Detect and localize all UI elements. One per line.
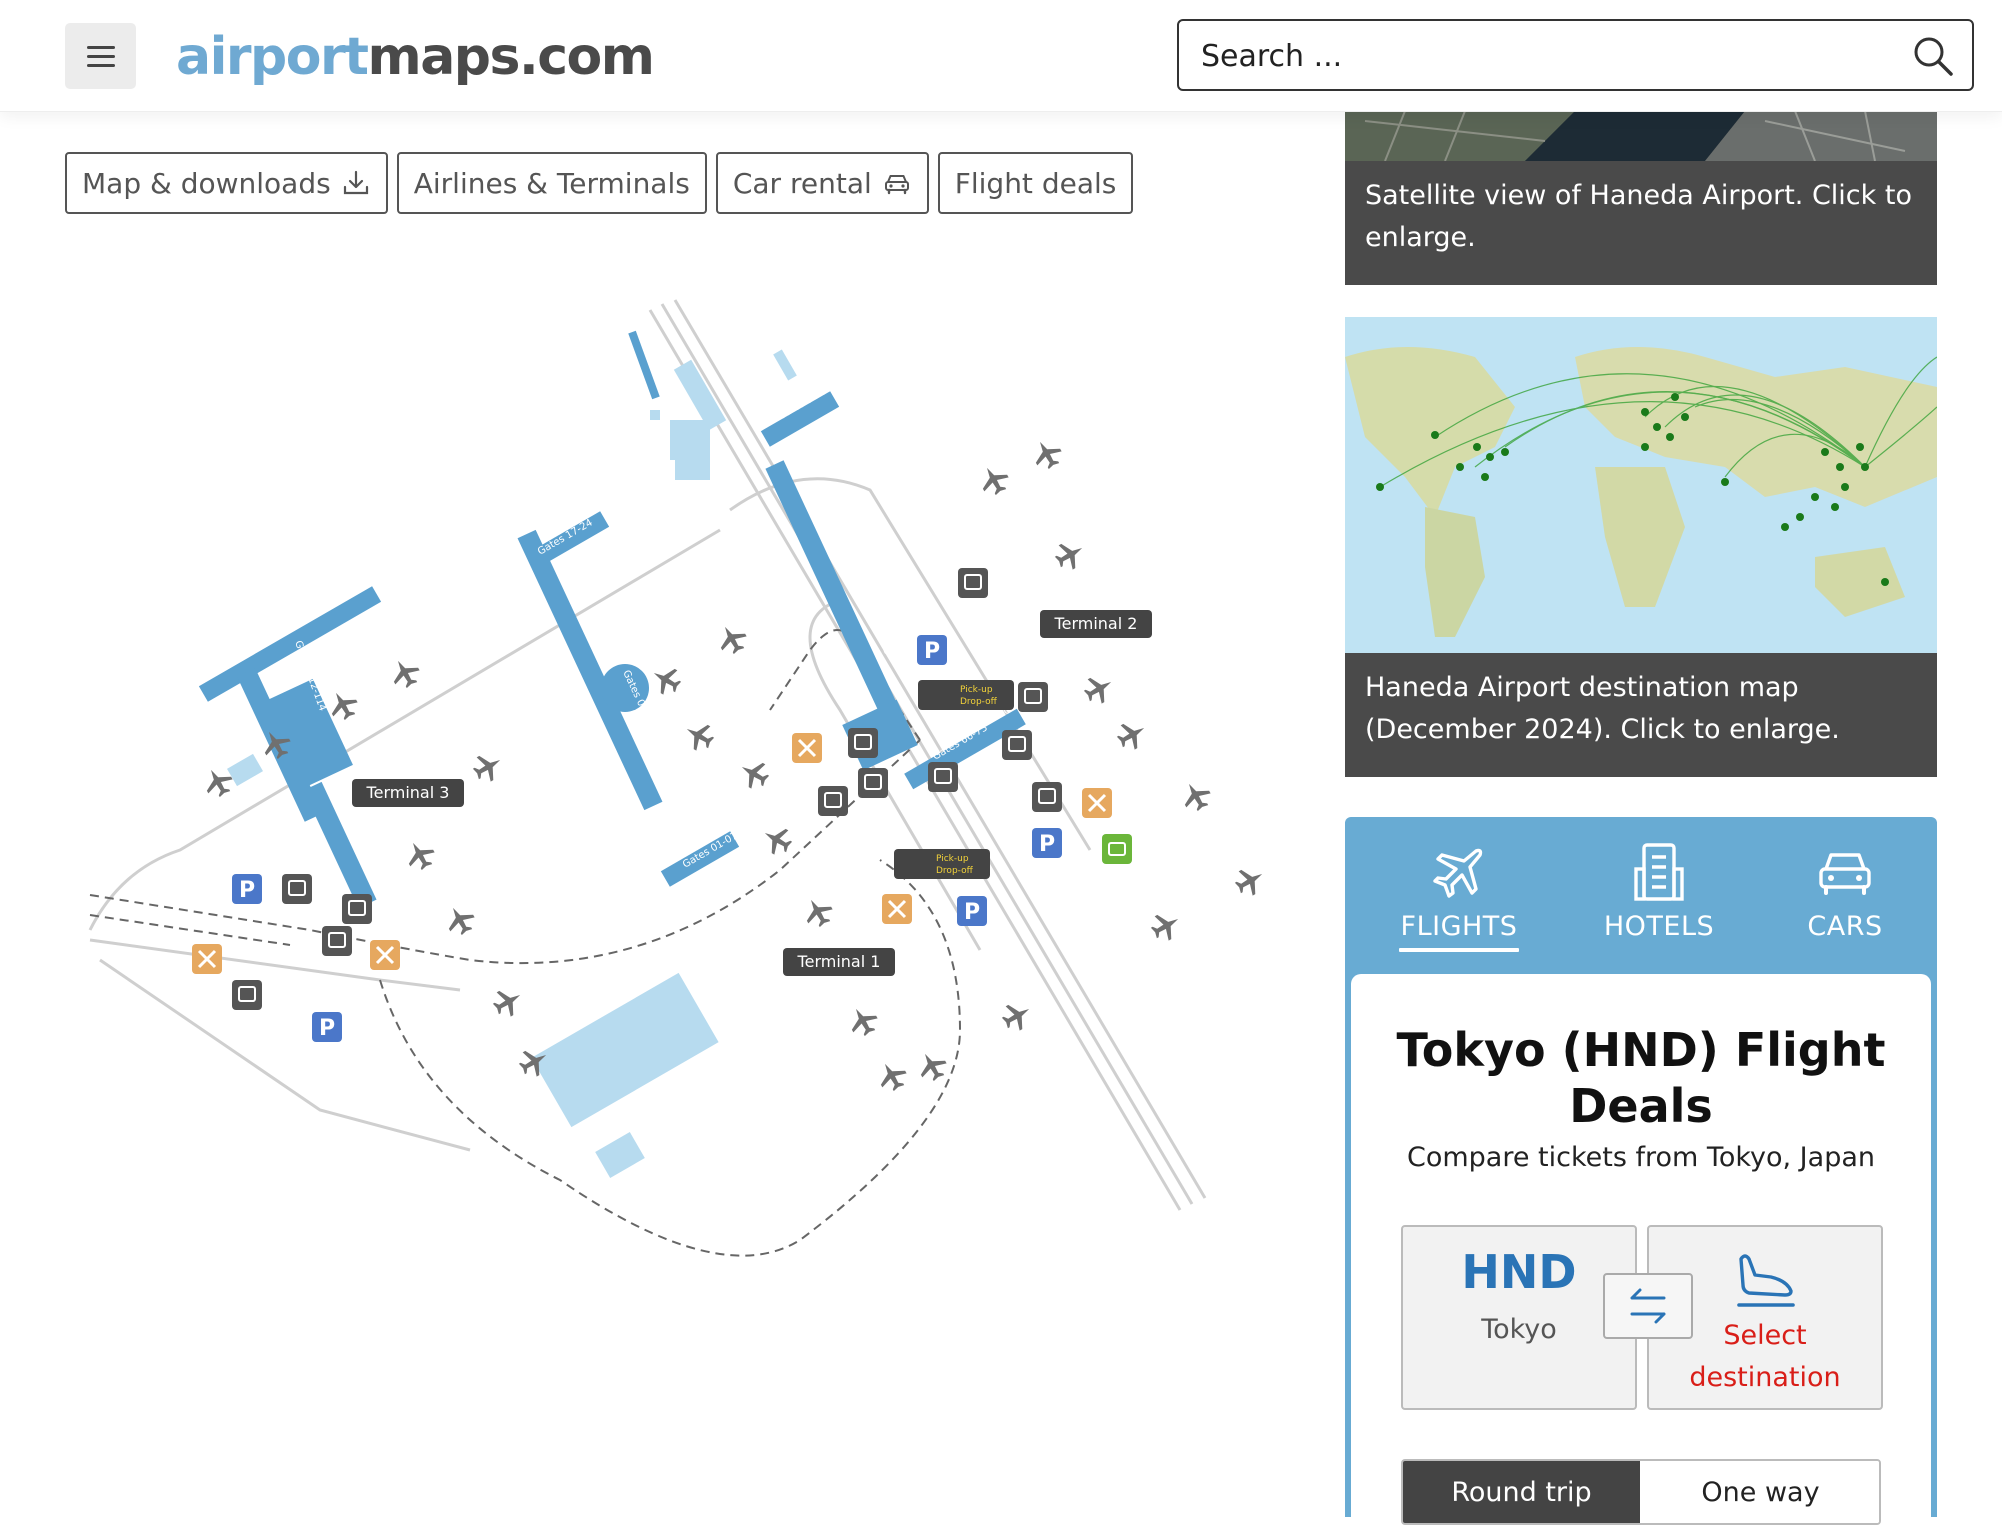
svg-text:Pick-up: Pick-up xyxy=(960,685,993,695)
active-tab-underline xyxy=(1399,948,1519,952)
car-icon xyxy=(884,175,909,195)
terminal-1-label: Terminal 1 xyxy=(783,948,895,976)
destination-caption-text: Haneda Airport destination map (December… xyxy=(1365,672,1840,745)
site-logo[interactable]: airportmaps.com xyxy=(176,24,655,90)
round-trip-option[interactable]: Round trip xyxy=(1403,1461,1640,1523)
svg-text:Terminal 3: Terminal 3 xyxy=(366,783,450,802)
tab-hotels[interactable]: HOTELS xyxy=(1599,839,1719,942)
swap-airports-button[interactable] xyxy=(1603,1273,1693,1339)
tab-flights[interactable]: FLIGHTS xyxy=(1399,839,1519,952)
tab-flight-deals[interactable]: Flight deals xyxy=(937,152,1134,214)
search-box[interactable] xyxy=(1177,19,1974,91)
hamburger-menu-button[interactable] xyxy=(65,23,136,89)
terminal-map[interactable]: Gates 140-149 Gates 112-114 Gates 105-11… xyxy=(80,290,1300,1330)
svg-text:P: P xyxy=(964,900,980,925)
terminal-2-building xyxy=(628,330,1026,790)
tab-label: Airlines & Terminals xyxy=(413,166,690,200)
destination-map-thumbnail[interactable] xyxy=(1345,317,1937,653)
flight-deals-widget: FLIGHTS HOTELS CARS Tokyo (HND) Flight D… xyxy=(1345,817,1937,1534)
search-input[interactable] xyxy=(1199,31,1883,81)
swap-arrows-icon xyxy=(1630,1288,1666,1324)
svg-text:84-91: 84-91 xyxy=(685,797,707,828)
tab-hotels-label: HOTELS xyxy=(1603,911,1715,942)
svg-text:VIP: VIP xyxy=(852,372,868,391)
satellite-thumbnail[interactable] xyxy=(1345,111,1937,161)
satellite-caption-text: Satellite view of Haneda Airport. Click … xyxy=(1365,180,1912,253)
airplane-icon xyxy=(1433,848,1483,898)
tab-car-rental[interactable]: Car rental xyxy=(715,152,929,214)
car-rental-map-icon xyxy=(1102,834,1132,864)
terminal-2-label: Terminal 2 xyxy=(1040,610,1152,638)
svg-text:P: P xyxy=(239,878,255,903)
deals-tabs: FLIGHTS HOTELS CARS xyxy=(1345,817,1937,967)
terminal-1-labels: Gates 17-24 30-40 Gates 08-16 84-91 Gate… xyxy=(536,517,740,870)
search-icon[interactable] xyxy=(1912,35,1954,77)
tab-cars[interactable]: CARS xyxy=(1785,839,1905,942)
tab-label: Map & downloads xyxy=(82,166,331,200)
svg-text:Terminal 2: Terminal 2 xyxy=(1054,614,1138,633)
map-rail-lines xyxy=(89,629,962,1257)
car-icon xyxy=(1819,853,1871,895)
trip-type-toggle: Round trip One way xyxy=(1401,1459,1881,1525)
plane-landing-icon xyxy=(1737,1254,1795,1307)
one-way-option[interactable]: One way xyxy=(1640,1461,1879,1523)
deals-title: Tokyo (HND) Flight Deals xyxy=(1396,1023,1886,1133)
svg-text:P: P xyxy=(924,639,940,664)
origin-city: Tokyo xyxy=(1481,1314,1557,1345)
tab-cars-label: CARS xyxy=(1807,911,1883,942)
svg-text:Drop-off: Drop-off xyxy=(960,697,998,707)
hamburger-icon xyxy=(86,46,115,67)
plane-icons xyxy=(198,434,1270,1096)
destination-map-caption[interactable]: Haneda Airport destination map (December… xyxy=(1345,653,1937,777)
hotel-building-icon xyxy=(1634,843,1684,901)
tab-airlines-terminals[interactable]: Airlines & Terminals xyxy=(396,152,707,214)
download-icon xyxy=(343,170,368,195)
svg-text:Pick-up: Pick-up xyxy=(936,854,969,864)
svg-text:P: P xyxy=(319,1016,335,1041)
svg-text:Gates 140-149: Gates 140-149 xyxy=(266,566,336,613)
terminal-3-label: Terminal 3 xyxy=(352,779,464,807)
svg-text:P: P xyxy=(1039,832,1055,857)
tab-flights-label: FLIGHTS xyxy=(1400,911,1518,942)
svg-text:Terminal 1: Terminal 1 xyxy=(797,952,881,971)
origin-code: HND xyxy=(1461,1245,1577,1299)
tab-label: Car rental xyxy=(732,166,872,200)
tab-label: Flight deals xyxy=(954,166,1117,200)
site-header: airportmaps.com xyxy=(0,0,2002,112)
logo-part-airport: airport xyxy=(176,27,369,87)
logo-part-maps: maps.com xyxy=(367,27,655,87)
deals-subtitle: Compare tickets from Tokyo, Japan xyxy=(1407,1142,1875,1173)
tab-map-downloads[interactable]: Map & downloads xyxy=(65,152,388,214)
origin-selector[interactable]: HND Tokyo xyxy=(1401,1225,1637,1410)
terminal-1-building xyxy=(517,511,740,887)
svg-text:Drop-off: Drop-off xyxy=(936,866,974,876)
satellite-caption[interactable]: Satellite view of Haneda Airport. Click … xyxy=(1345,161,1937,285)
svg-text:30-40: 30-40 xyxy=(575,570,597,601)
deals-panel: Tokyo (HND) Flight Deals Compare tickets… xyxy=(1351,974,1931,1534)
airport-tabs: Map & downloads Airlines & Terminals Car… xyxy=(65,152,1134,214)
